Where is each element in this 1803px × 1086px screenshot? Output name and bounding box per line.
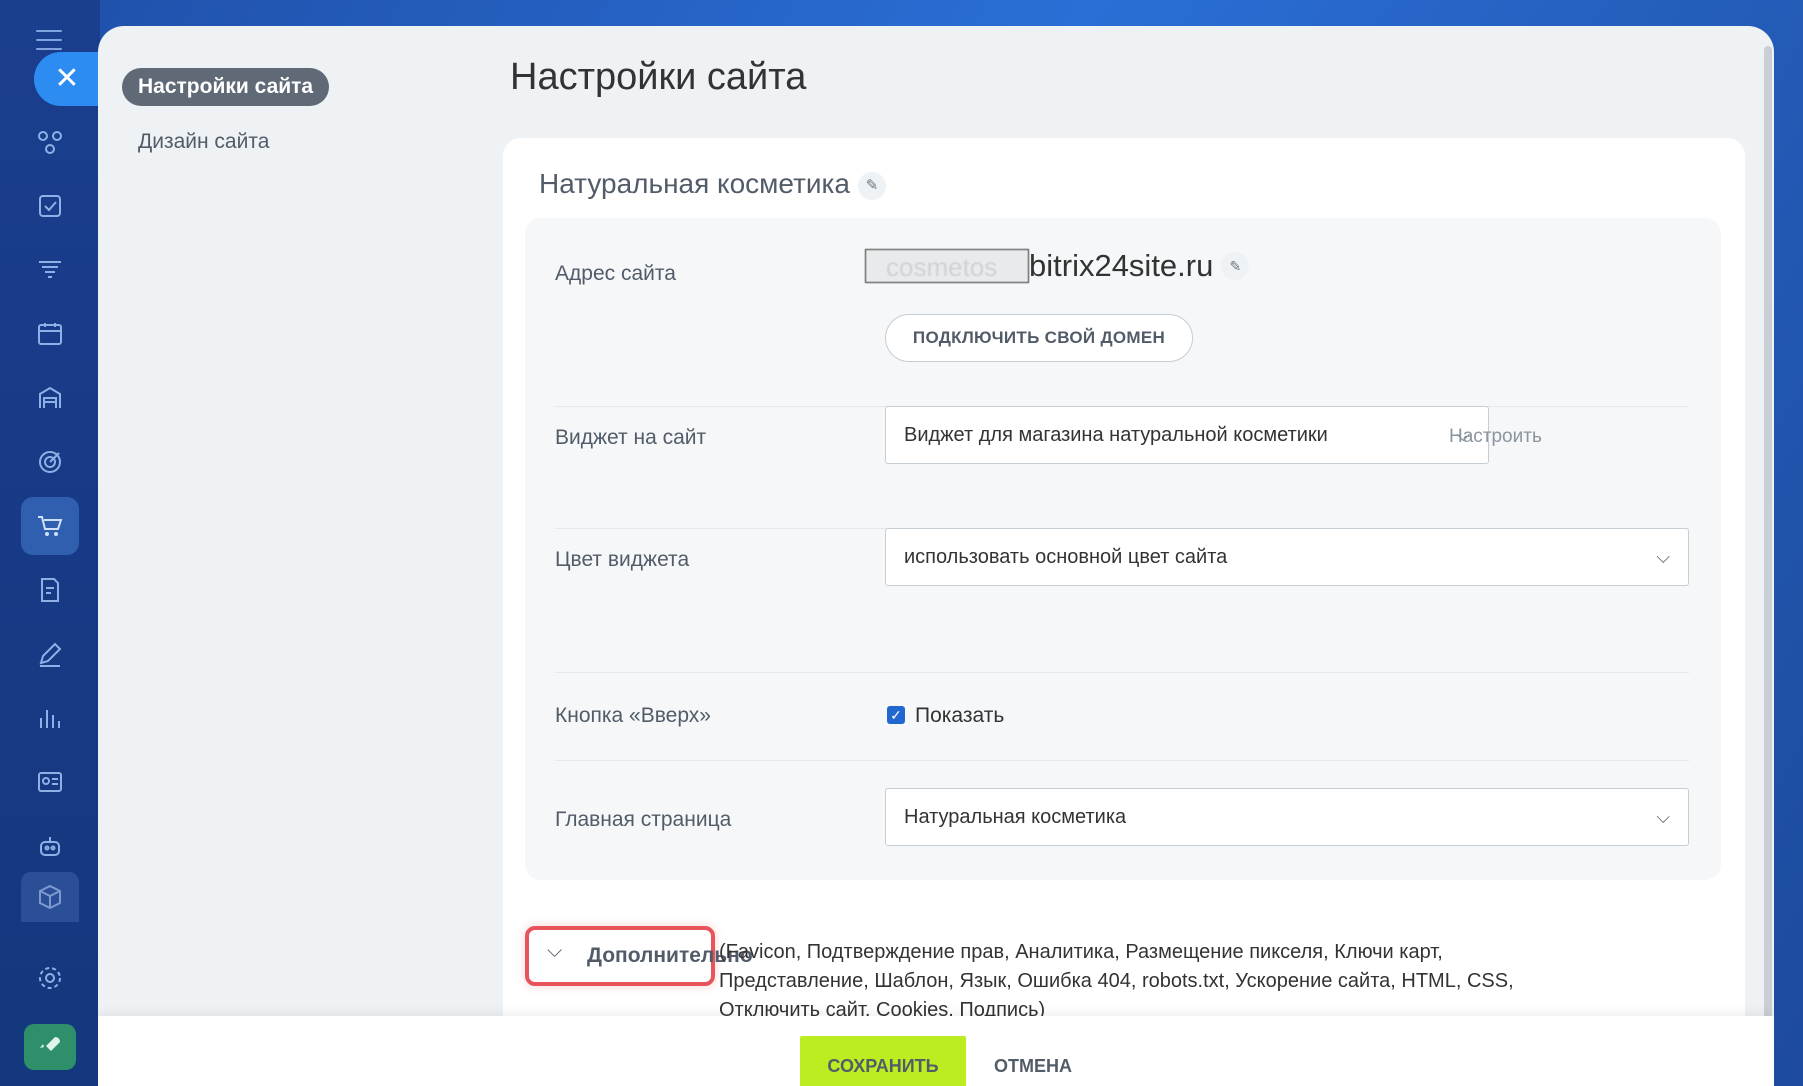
- close-icon[interactable]: ✕: [34, 52, 100, 106]
- connect-domain-button[interactable]: ПОДКЛЮЧИТЬ СВОЙ ДОМЕН: [885, 314, 1193, 362]
- tasks-icon[interactable]: [24, 180, 76, 232]
- up-button-label: Кнопка «Вверх»: [555, 704, 711, 727]
- widget-color-label: Цвет виджета: [555, 548, 690, 571]
- widget-label: Виджет на сайт: [555, 426, 707, 449]
- show-up-button-label[interactable]: Показать: [915, 704, 1004, 728]
- page-title: Настройки сайта: [510, 56, 807, 98]
- edit-pencil-icon[interactable]: ✎: [857, 171, 886, 200]
- settings-form: Адрес сайта cosmetos bitrix24site.ru ✎ П…: [525, 218, 1721, 880]
- box-icon[interactable]: [21, 872, 79, 922]
- settings-panel: Настройки сайта Дизайн сайта Настройки с…: [98, 26, 1774, 1086]
- show-up-button-checkbox[interactable]: ✓: [887, 706, 905, 724]
- footer-bar: СОХРАНИТЬ ОТМЕНА: [98, 1016, 1774, 1086]
- save-button[interactable]: СОХРАНИТЬ: [800, 1036, 966, 1086]
- widget-configure-link[interactable]: Настроить: [1449, 426, 1542, 448]
- site-name-title: Натуральная косметика ✎: [539, 168, 886, 200]
- chevron-down-icon: ⌵: [1656, 547, 1670, 567]
- widget-color-value: использовать основной цвет сайта: [904, 546, 1228, 568]
- widget-select[interactable]: Виджет для магазина натуральной косметик…: [885, 406, 1489, 464]
- left-rail: ✕: [0, 0, 100, 1086]
- home-page-select[interactable]: Натуральная косметика ⌵: [885, 788, 1689, 846]
- divider: [555, 760, 1689, 761]
- address-prefix-redacted: cosmetos: [865, 249, 1029, 283]
- pen-icon[interactable]: [24, 628, 76, 680]
- extra-list-line: (Favicon, Подтверждение прав, Аналитика,…: [719, 941, 1443, 963]
- rocket-icon[interactable]: [24, 1024, 76, 1070]
- gear-icon[interactable]: [24, 952, 76, 1004]
- cancel-button[interactable]: ОТМЕНА: [994, 1036, 1072, 1086]
- site-address: cosmetos bitrix24site.ru ✎: [865, 248, 1250, 284]
- funnel-icon[interactable]: [24, 244, 76, 296]
- chevron-down-icon: ⌵: [547, 940, 563, 962]
- analytics-icon[interactable]: [24, 692, 76, 744]
- nav-site-settings[interactable]: Настройки сайта: [122, 68, 330, 106]
- edit-address-pencil-icon[interactable]: ✎: [1221, 252, 1250, 280]
- nav-site-design[interactable]: Дизайн сайта: [138, 130, 269, 154]
- divider: [555, 672, 1689, 673]
- extra-list-line: Представление, Шаблон, Язык, Ошибка 404,…: [719, 970, 1514, 992]
- robot-icon[interactable]: [24, 820, 76, 872]
- extra-options-list: (Favicon, Подтверждение прав, Аналитика,…: [719, 938, 1579, 1025]
- crm-icon[interactable]: [24, 116, 76, 168]
- shop-cart-icon[interactable]: [21, 497, 79, 555]
- home-page-label: Главная страница: [555, 808, 732, 831]
- address-domain: bitrix24site.ru: [1029, 248, 1214, 283]
- scrollbar[interactable]: [1764, 46, 1774, 1046]
- calendar-icon[interactable]: [24, 308, 76, 360]
- settings-card: Натуральная косметика ✎ Адрес сайта cosme…: [503, 138, 1745, 1086]
- chevron-down-icon: ⌵: [1656, 807, 1670, 827]
- target-icon[interactable]: [24, 436, 76, 488]
- extra-toggle[interactable]: ⌵ Дополнительно: [525, 926, 753, 986]
- address-label: Адрес сайта: [555, 262, 676, 285]
- site-name-text: Натуральная косметика: [539, 168, 850, 199]
- widget-color-select[interactable]: использовать основной цвет сайта ⌵: [885, 528, 1689, 586]
- warehouse-icon[interactable]: [24, 372, 76, 424]
- widget-select-value: Виджет для магазина натуральной косметик…: [904, 424, 1328, 446]
- contacts-card-icon[interactable]: [24, 756, 76, 808]
- documents-icon[interactable]: [24, 564, 76, 616]
- home-page-value: Натуральная косметика: [904, 806, 1127, 828]
